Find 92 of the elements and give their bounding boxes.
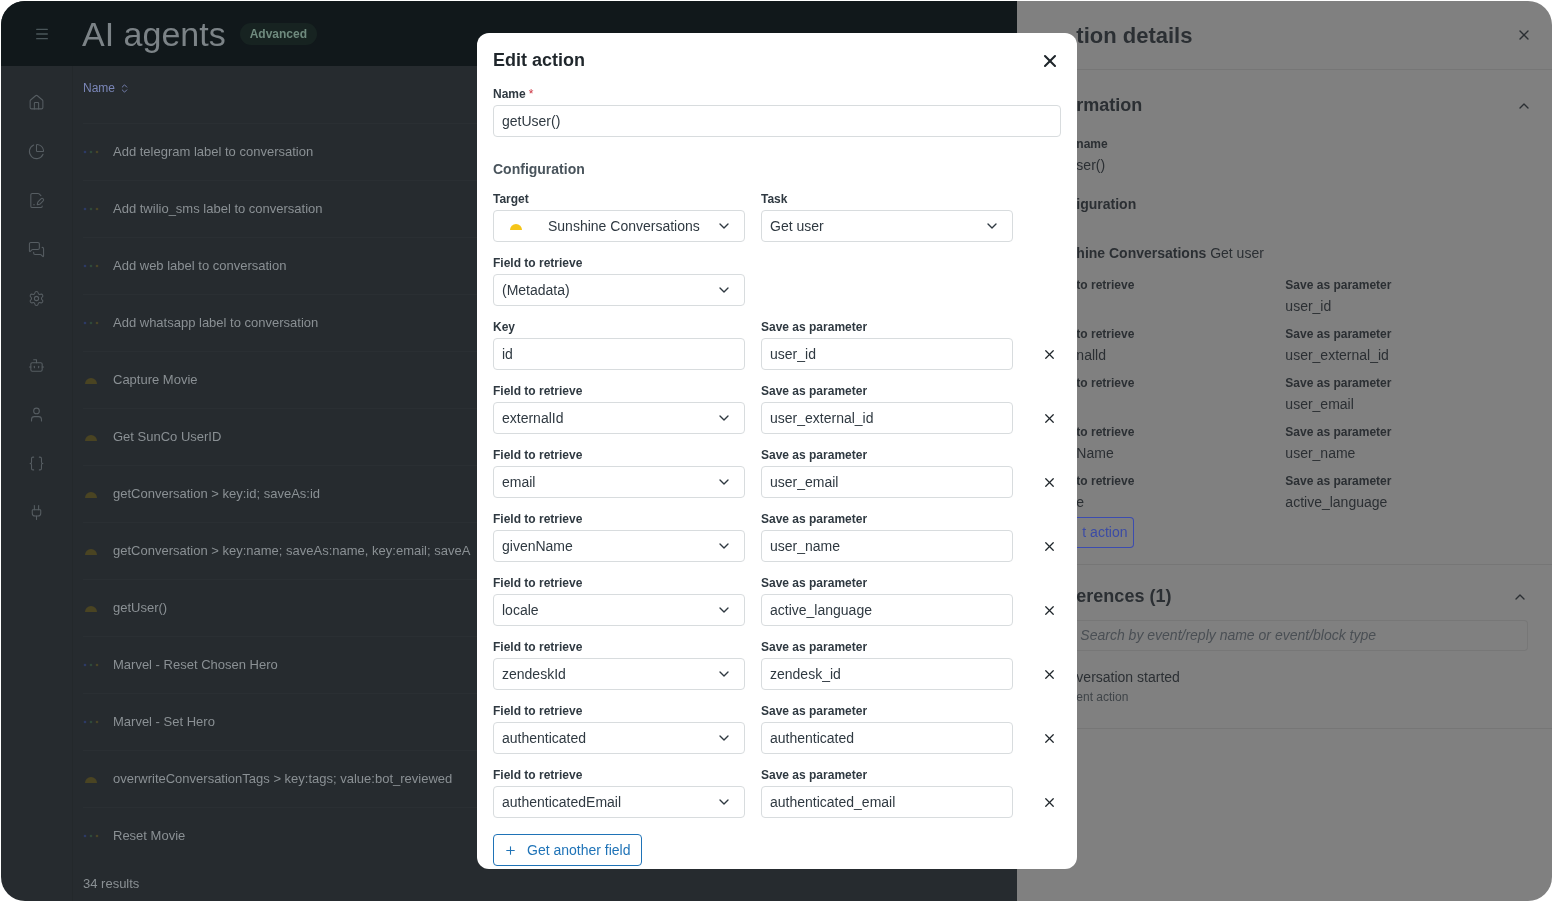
field-select[interactable]: locale [493, 594, 745, 626]
field-label: Field to retrieve [493, 703, 584, 719]
reference-title[interactable]: versation started [1076, 667, 1528, 688]
field-select[interactable]: (Metadata) [493, 274, 745, 306]
field-label: Field to retrieve [493, 575, 584, 591]
field-label: Save as parameter [761, 767, 869, 783]
key-field[interactable]: id [493, 338, 745, 370]
parameter-field[interactable]: user_external_id [761, 402, 1013, 434]
field-label: Save as parameter [761, 639, 869, 655]
detail-label: Save as parameter [1285, 473, 1392, 490]
parameter-field[interactable]: user_name [761, 530, 1013, 562]
field-select[interactable]: email [493, 466, 745, 498]
field-label: Field to retrieve [493, 639, 584, 655]
field-label: Name [493, 86, 526, 102]
edit-icon[interactable] [28, 192, 45, 209]
field-label: Save as parameter [761, 511, 869, 527]
field-label: Task [761, 191, 789, 207]
field-label: Field to retrieve [493, 767, 584, 783]
field-label: Save as parameter [761, 383, 869, 399]
field-label: Field to retrieve [493, 383, 584, 399]
detail-value: hine Conversations Get user [1076, 244, 1265, 263]
user-icon[interactable] [28, 406, 45, 423]
section-title: erences (1) [1076, 585, 1173, 608]
required-mark: * [528, 86, 534, 102]
parameter-field[interactable]: authenticated [761, 722, 1013, 754]
field-select[interactable]: externalId [493, 402, 745, 434]
detail-label: Save as parameter [1285, 424, 1392, 441]
dialog-title: Edit action [493, 49, 585, 72]
chat-icon[interactable] [28, 241, 45, 258]
section-heading: Configuration [493, 160, 586, 179]
field-label: Save as parameter [761, 703, 869, 719]
field-label: Field to retrieve [493, 255, 584, 271]
field-select[interactable]: authenticated [493, 722, 745, 754]
braces-icon[interactable] [28, 455, 45, 472]
field-label: Field to retrieve [493, 447, 584, 463]
column-header[interactable]: Name [83, 79, 130, 97]
parameter-field[interactable]: user_email [761, 466, 1013, 498]
reference-subtitle: ent action [1076, 689, 1130, 706]
semicircle-icon [85, 490, 97, 498]
drawer-title: tion details [1076, 21, 1194, 50]
home-icon[interactable] [28, 94, 45, 111]
detail-value: user_external_id [1285, 346, 1390, 365]
detail-value: e [1076, 493, 1086, 512]
field-select[interactable]: authenticatedEmail [493, 786, 745, 818]
settings-icon[interactable] [28, 290, 45, 307]
detail-label: name [1076, 136, 1109, 153]
detail-label: iguration [1076, 195, 1138, 214]
field-label: Field to retrieve [493, 511, 584, 527]
field-label: Target [493, 191, 530, 207]
detail-label: to retrieve [1076, 277, 1136, 294]
name-field[interactable]: getUser() [493, 105, 1061, 137]
field-select[interactable]: givenName [493, 530, 745, 562]
semicircle-icon [85, 376, 97, 384]
detail-label: Save as parameter [1285, 375, 1392, 392]
detail-value: nalld [1076, 346, 1107, 365]
parameter-field[interactable]: zendesk_id [761, 658, 1013, 690]
detail-label: to retrieve [1076, 326, 1136, 343]
task-select[interactable]: Get user [761, 210, 1013, 242]
parameter-field[interactable]: active_language [761, 594, 1013, 626]
field-select[interactable]: zendeskId [493, 658, 745, 690]
parameter-field[interactable]: user_id [761, 338, 1013, 370]
detail-label: Save as parameter [1285, 277, 1392, 294]
field-label: Save as parameter [761, 319, 869, 335]
field-label: Key [493, 319, 516, 335]
semicircle-icon [85, 433, 97, 441]
detail-label: Save as parameter [1285, 326, 1392, 343]
field-label: Save as parameter [761, 447, 869, 463]
detail-label: to retrieve [1076, 424, 1136, 441]
detail-value: Name [1076, 444, 1115, 463]
add-field-button[interactable]: Get another field [493, 834, 642, 866]
semicircle-icon [85, 775, 97, 783]
detail-label: to retrieve [1076, 375, 1136, 392]
page-title: AI agents [82, 16, 226, 51]
semicircle-icon [85, 604, 97, 612]
target-select[interactable]: Sunshine Conversations [493, 210, 745, 242]
detail-label: to retrieve [1076, 473, 1136, 490]
detail-value: ser() [1076, 156, 1107, 175]
detail-value: active_language [1285, 493, 1389, 512]
detail-value: user_id [1285, 297, 1333, 316]
parameter-field[interactable]: authenticated_email [761, 786, 1013, 818]
advanced-badge: Advanced [239, 22, 317, 45]
field-label: Save as parameter [761, 575, 869, 591]
detail-value: user_email [1285, 395, 1355, 414]
semicircle-icon [85, 547, 97, 555]
results-count: 34 results [83, 875, 141, 893]
plus-icon [504, 843, 517, 857]
detail-value: user_name [1285, 444, 1357, 463]
robot-icon[interactable] [28, 357, 45, 374]
section-title: rmation [1076, 94, 1144, 117]
pie-chart-icon[interactable] [28, 143, 45, 160]
semicircle-icon [510, 222, 522, 230]
sort-icon [119, 82, 130, 94]
